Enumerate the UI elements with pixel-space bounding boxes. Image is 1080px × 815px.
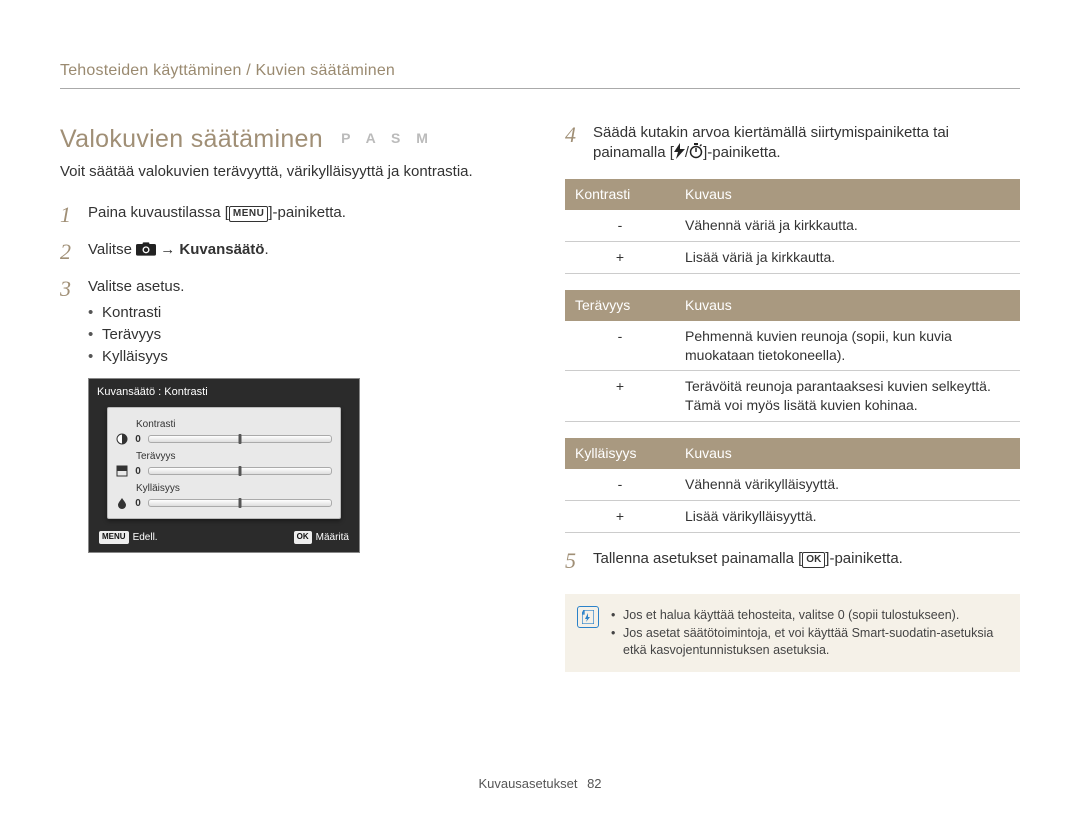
contrast-icon [116, 433, 128, 445]
slider-row-saturation: 0 [116, 497, 332, 510]
mode-badges: P A S M [341, 129, 434, 148]
breadcrumb: Tehosteiden käyttäminen / Kuvien säätämi… [60, 60, 1020, 89]
step-5-text-b: ]-painiketta. [825, 550, 903, 567]
slider-label: Terävyys [136, 450, 332, 463]
step-number: 5 [565, 549, 583, 572]
table-cell: - [565, 321, 675, 371]
slider-row-contrast: 0 [116, 433, 332, 446]
page-footer: Kuvausasetukset 82 [0, 775, 1080, 793]
table-cell: - [565, 469, 675, 500]
table-header: Kylläisyys [565, 438, 675, 469]
step-2-text-c: . [264, 241, 268, 258]
saturation-icon [116, 497, 128, 509]
slider-value: 0 [134, 497, 142, 510]
step-5: Tallenna asetukset painamalla [OK]-paini… [593, 549, 1020, 572]
note-item: Jos asetat säätötoimintoja, et voi käytt… [611, 625, 1006, 659]
slider-row-sharpness: 0 [116, 465, 332, 478]
screenshot-ok-button: OK Määritä [294, 531, 349, 544]
slider-label: Kylläisyys [136, 482, 332, 495]
slider-track [148, 467, 332, 475]
camera-screenshot: Kuvansäätö : Kontrasti Kontrasti 0 Teräv… [88, 378, 360, 553]
left-column: Valokuvien säätäminen P A S M Voit säätä… [60, 123, 515, 672]
table-cell: Vähennä väriä ja kirkkautta. [675, 210, 1020, 241]
screenshot-ok-label: Määritä [316, 531, 349, 544]
camera-icon [136, 242, 156, 256]
table-cell: Terävöitä reunoja parantaaksesi kuvien s… [675, 371, 1020, 422]
step-2: Valitse → Kuvansäätö. [88, 240, 515, 263]
table-sharpness: Terävyys Kuvaus - Pehmennä kuvien reunoj… [565, 290, 1020, 422]
flash-icon [674, 143, 685, 165]
table-cell: Lisää väriä ja kirkkautta. [675, 241, 1020, 273]
ok-icon: OK [294, 531, 312, 543]
table-saturation: Kylläisyys Kuvaus - Vähennä värikylläisy… [565, 438, 1020, 533]
table-cell: Vähennä värikylläisyyttä. [675, 469, 1020, 500]
screenshot-panel: Kontrasti 0 Terävyys 0 [107, 407, 341, 519]
screenshot-title: Kuvansäätö : Kontrasti [89, 379, 359, 403]
table-cell: + [565, 241, 675, 273]
section-title: Valokuvien säätäminen [60, 125, 323, 153]
table-row: + Terävöitä reunoja parantaaksesi kuvien… [565, 371, 1020, 422]
note-box: Jos et halua käyttää tehosteita, valitse… [565, 594, 1020, 672]
table-cell: Lisää värikylläisyyttä. [675, 501, 1020, 533]
step-number: 4 [565, 123, 583, 166]
table-cell: + [565, 371, 675, 422]
footer-page-number: 82 [587, 776, 601, 791]
step-3-sublist: Kontrasti Terävyys Kylläisyys [88, 303, 515, 368]
step-2-arrow: → [156, 241, 179, 258]
step-5-text-a: Tallenna asetukset painamalla [ [593, 550, 802, 567]
step-4-text-c: ]-painiketta. [703, 144, 781, 161]
table-header: Kontrasti [565, 179, 675, 210]
table-row: + Lisää väriä ja kirkkautta. [565, 241, 1020, 273]
step-1-text-a: Paina kuvaustilassa [ [88, 204, 229, 221]
menu-icon: MENU [99, 531, 129, 543]
slider-track [148, 435, 332, 443]
table-contrast: Kontrasti Kuvaus - Vähennä väriä ja kirk… [565, 179, 1020, 274]
menu-icon: MENU [229, 206, 268, 222]
step-4: Säädä kutakin arvoa kiertämällä siirtymi… [593, 123, 1020, 166]
intro-text: Voit säätää valokuvien terävyyttä, värik… [60, 162, 515, 182]
step-number: 3 [60, 277, 78, 553]
screenshot-back-label: Edell. [133, 531, 158, 544]
step-2-strong: Kuvansäätö [179, 241, 264, 258]
slider-track [148, 499, 332, 507]
table-cell: - [565, 210, 675, 241]
table-cell: + [565, 501, 675, 533]
ok-icon: OK [802, 552, 825, 568]
table-header: Kuvaus [675, 179, 1020, 210]
note-icon [577, 606, 599, 628]
step-number: 1 [60, 203, 78, 226]
note-item: Jos et halua käyttää tehosteita, valitse… [611, 607, 1006, 624]
step-2-text-a: Valitse [88, 241, 136, 258]
step-number: 2 [60, 240, 78, 263]
step-1: Paina kuvaustilassa [MENU]-painiketta. [88, 203, 515, 226]
slider-value: 0 [134, 465, 142, 478]
table-header: Terävyys [565, 290, 675, 321]
table-cell: Pehmennä kuvien reunoja (sopii, kun kuvi… [675, 321, 1020, 371]
table-row: - Vähennä väriä ja kirkkautta. [565, 210, 1020, 241]
screenshot-back-button: MENU Edell. [99, 531, 158, 544]
step-3-text: Valitse asetus. [88, 278, 184, 295]
sub-item: Terävyys [88, 325, 515, 345]
table-row: - Pehmennä kuvien reunoja (sopii, kun ku… [565, 321, 1020, 371]
table-header: Kuvaus [675, 290, 1020, 321]
sharpness-icon [116, 465, 128, 477]
sub-item: Kylläisyys [88, 347, 515, 367]
table-row: - Vähennä värikylläisyyttä. [565, 469, 1020, 500]
slider-value: 0 [134, 433, 142, 446]
step-3: Valitse asetus. Kontrasti Terävyys Kyllä… [88, 277, 515, 553]
footer-label: Kuvausasetukset [478, 776, 577, 791]
table-header: Kuvaus [675, 438, 1020, 469]
right-column: 4 Säädä kutakin arvoa kiertämällä siirty… [565, 123, 1020, 672]
table-row: + Lisää värikylläisyyttä. [565, 501, 1020, 533]
step-1-text-b: ]-painiketta. [268, 204, 346, 221]
sub-item: Kontrasti [88, 303, 515, 323]
timer-icon [689, 143, 703, 165]
slider-label: Kontrasti [136, 418, 332, 431]
